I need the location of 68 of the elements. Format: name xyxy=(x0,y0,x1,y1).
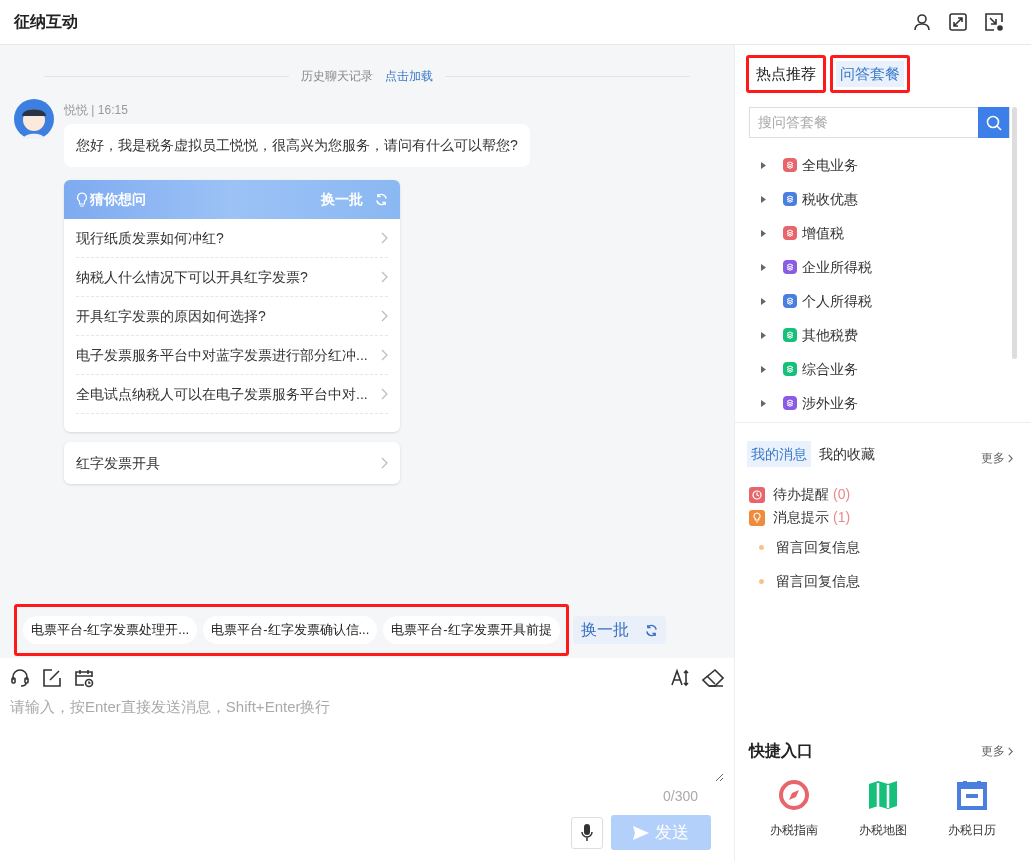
font-size-icon[interactable] xyxy=(670,668,690,688)
search-field[interactable]: 搜问答套餐 xyxy=(749,107,1010,138)
load-history-link[interactable]: 点击加载 xyxy=(385,67,433,85)
character-counter: 0/300 xyxy=(662,787,698,806)
question-item[interactable]: 纳税人什么情况下可以开具红字发票? xyxy=(76,258,388,297)
message-count: (0) xyxy=(833,485,851,504)
expand-icon[interactable] xyxy=(949,13,967,31)
topic-card[interactable]: 红字发票开具 xyxy=(64,442,400,484)
chevron-right-icon xyxy=(1008,453,1013,463)
refresh-icon xyxy=(644,623,658,637)
refresh-button[interactable]: 换一批 xyxy=(572,616,666,644)
shortcut-item[interactable]: 办税日历 xyxy=(927,779,1017,839)
shortcut-item[interactable]: 办税指南 xyxy=(749,779,839,839)
question-item[interactable]: 开具红字发票的原因如何选择? xyxy=(76,297,388,336)
window-title: 征纳互动 xyxy=(14,12,78,32)
bullet-icon xyxy=(759,544,764,550)
user-icon[interactable] xyxy=(913,13,931,31)
message-input[interactable]: 请输入，按Enter直接发送消息，Shift+Enter换行 xyxy=(10,696,724,782)
search-input[interactable]: 搜问答套餐 xyxy=(750,108,978,137)
send-icon xyxy=(633,825,649,840)
message-category[interactable]: 待办提醒 (0) xyxy=(749,483,1017,506)
tab[interactable]: 我的收藏 xyxy=(815,441,879,467)
question-item[interactable]: 全电试点纳税人可以在电子发票服务平台中对... xyxy=(76,375,388,414)
tree-item[interactable]: 税收优惠 xyxy=(749,182,1004,216)
search-icon xyxy=(985,114,1002,131)
edit-icon[interactable] xyxy=(42,668,62,688)
chevron-right-icon xyxy=(381,457,388,469)
question-item[interactable]: 现行纸质发票如何冲红? xyxy=(76,219,388,258)
tree-item[interactable]: 全电业务 xyxy=(749,148,1004,182)
topic-text: 红字发票开具 xyxy=(76,453,160,473)
microphone-icon xyxy=(581,823,593,842)
card-title: 猜你想问 xyxy=(90,190,146,209)
tab[interactable]: 我的消息 xyxy=(747,441,811,467)
calendar-clock-icon[interactable] xyxy=(74,668,94,688)
microphone-button[interactable] xyxy=(571,816,603,849)
suggestion-chip[interactable]: 电票平台-红字发票处理开... xyxy=(23,616,198,644)
suggestion-chip[interactable]: 电票平台-红字发票开具前提 xyxy=(383,616,560,644)
message-entry[interactable]: 留言回复信息 xyxy=(749,565,1017,597)
search-button[interactable] xyxy=(978,107,1009,138)
history-label: 历史聊天记录 xyxy=(301,68,373,85)
message-bubble: 您好，我是税务虚拟员工悦悦，很高兴为您服务，请问有什么可以帮您? xyxy=(64,124,530,167)
tree-item[interactable]: 增值税 xyxy=(749,216,1004,250)
section-title: 快捷入口 xyxy=(749,741,813,761)
headset-icon[interactable] xyxy=(10,668,30,688)
eraser-icon[interactable] xyxy=(702,668,724,688)
refresh-icon xyxy=(375,193,388,206)
tree-item[interactable]: 综合业务 xyxy=(749,352,1004,386)
message-category[interactable]: 消息提示 (1) xyxy=(749,506,1017,529)
tab[interactable]: 热点推荐 xyxy=(752,61,820,87)
lightbulb-icon xyxy=(76,191,88,208)
more-link[interactable]: 更多 xyxy=(981,449,1013,467)
scrollbar[interactable] xyxy=(1012,107,1017,359)
shortcut-item[interactable]: 办税地图 xyxy=(838,779,928,839)
suggestion-chip[interactable]: 电票平台-红字发票确认信... xyxy=(203,616,378,644)
tree-item[interactable]: 涉外业务 xyxy=(749,386,1004,420)
minimize-icon[interactable] xyxy=(985,13,1003,31)
message-count: (1) xyxy=(833,508,851,527)
tree-item[interactable]: 企业所得税 xyxy=(749,250,1004,284)
tree-item[interactable]: 个人所得税 xyxy=(749,284,1004,318)
chevron-right-icon xyxy=(1008,746,1013,756)
sender-time: 悦悦 | 16:15 xyxy=(64,102,129,119)
bullet-icon xyxy=(759,578,764,584)
avatar xyxy=(14,99,54,139)
tree-item[interactable]: 其他税费 xyxy=(749,318,1004,352)
message-entry[interactable]: 留言回复信息 xyxy=(749,531,1017,563)
more-link[interactable]: 更多 xyxy=(981,742,1013,760)
question-item[interactable]: 电子发票服务平台中对蓝字发票进行部分红冲... xyxy=(76,336,388,375)
tab[interactable]: 问答套餐 xyxy=(836,61,904,87)
